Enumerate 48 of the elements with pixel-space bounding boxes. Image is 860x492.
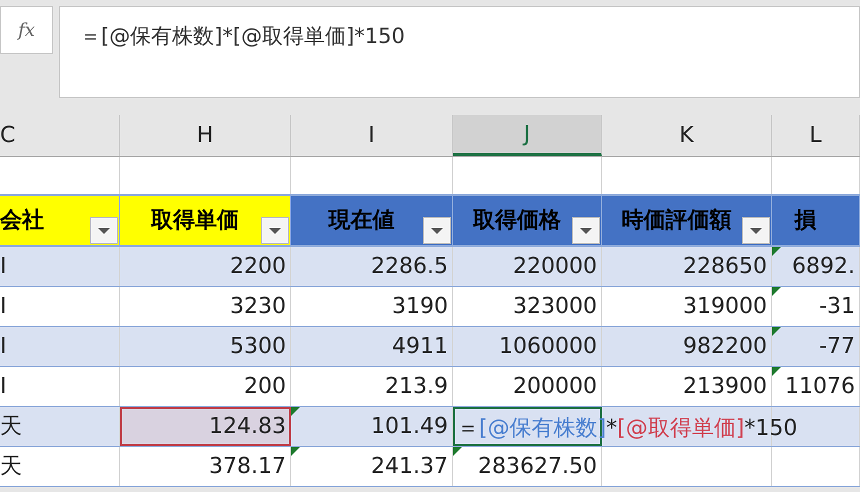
table-cell: 283627.50 (453, 447, 602, 486)
table-header-cell: 時価評価額 (602, 194, 772, 247)
column-header[interactable]: H (120, 115, 291, 156)
table-header-cell: 現在値 (291, 194, 453, 247)
table-header-cell: 会社 (0, 194, 120, 247)
column-header[interactable]: L (772, 115, 860, 156)
column-header[interactable]: K (602, 115, 772, 156)
formula-field[interactable]: ＝[@保有株数]*[@取得単価]*150 (59, 6, 860, 98)
table-header-cell: 損 (772, 194, 860, 247)
table-cell: I (0, 247, 120, 286)
caret-icon (750, 228, 762, 234)
table-cell: -31 (772, 287, 860, 326)
filter-button[interactable] (261, 217, 289, 244)
table-cell: -77 (772, 327, 860, 366)
function-button[interactable]: fx (0, 6, 53, 54)
filter-button[interactable] (742, 217, 770, 244)
column-header[interactable]: C (0, 115, 120, 156)
table-header-cell: 取得価格 (453, 194, 602, 247)
table-cell: 4911 (291, 327, 453, 366)
table-cell: 200 (120, 367, 291, 406)
table-cell: 101.49 (291, 407, 453, 446)
filter-button[interactable] (572, 217, 600, 244)
table-cell: 220000 (453, 247, 602, 286)
table-cell: 3190 (291, 287, 453, 326)
column-header[interactable]: J (453, 115, 602, 156)
table-cell: 124.83 (120, 407, 291, 446)
caret-icon (580, 228, 592, 234)
table-cell: 6892. (772, 247, 860, 286)
table-cell: I (0, 327, 120, 366)
table-cell: 200000 (453, 367, 602, 406)
caret-icon (269, 228, 281, 234)
table-cell: 11076 (772, 367, 860, 406)
filter-button[interactable] (423, 217, 451, 244)
table-cell: 241.37 (291, 447, 453, 486)
caret-icon (431, 228, 443, 234)
table-cell: 5300 (120, 327, 291, 366)
table-header-cell: 取得単価 (120, 194, 291, 247)
table-cell: 3230 (120, 287, 291, 326)
table-cell: I (0, 287, 120, 326)
table-cell: 213.9 (291, 367, 453, 406)
table-cell: I (0, 367, 120, 406)
table-cell: 323000 (453, 287, 602, 326)
table-cell: 天 (0, 447, 120, 486)
table-cell: 2286.5 (291, 247, 453, 286)
table-cell: 2200 (120, 247, 291, 286)
caret-icon (98, 228, 110, 234)
filter-button[interactable] (90, 217, 118, 244)
table-cell: 1060000 (453, 327, 602, 366)
